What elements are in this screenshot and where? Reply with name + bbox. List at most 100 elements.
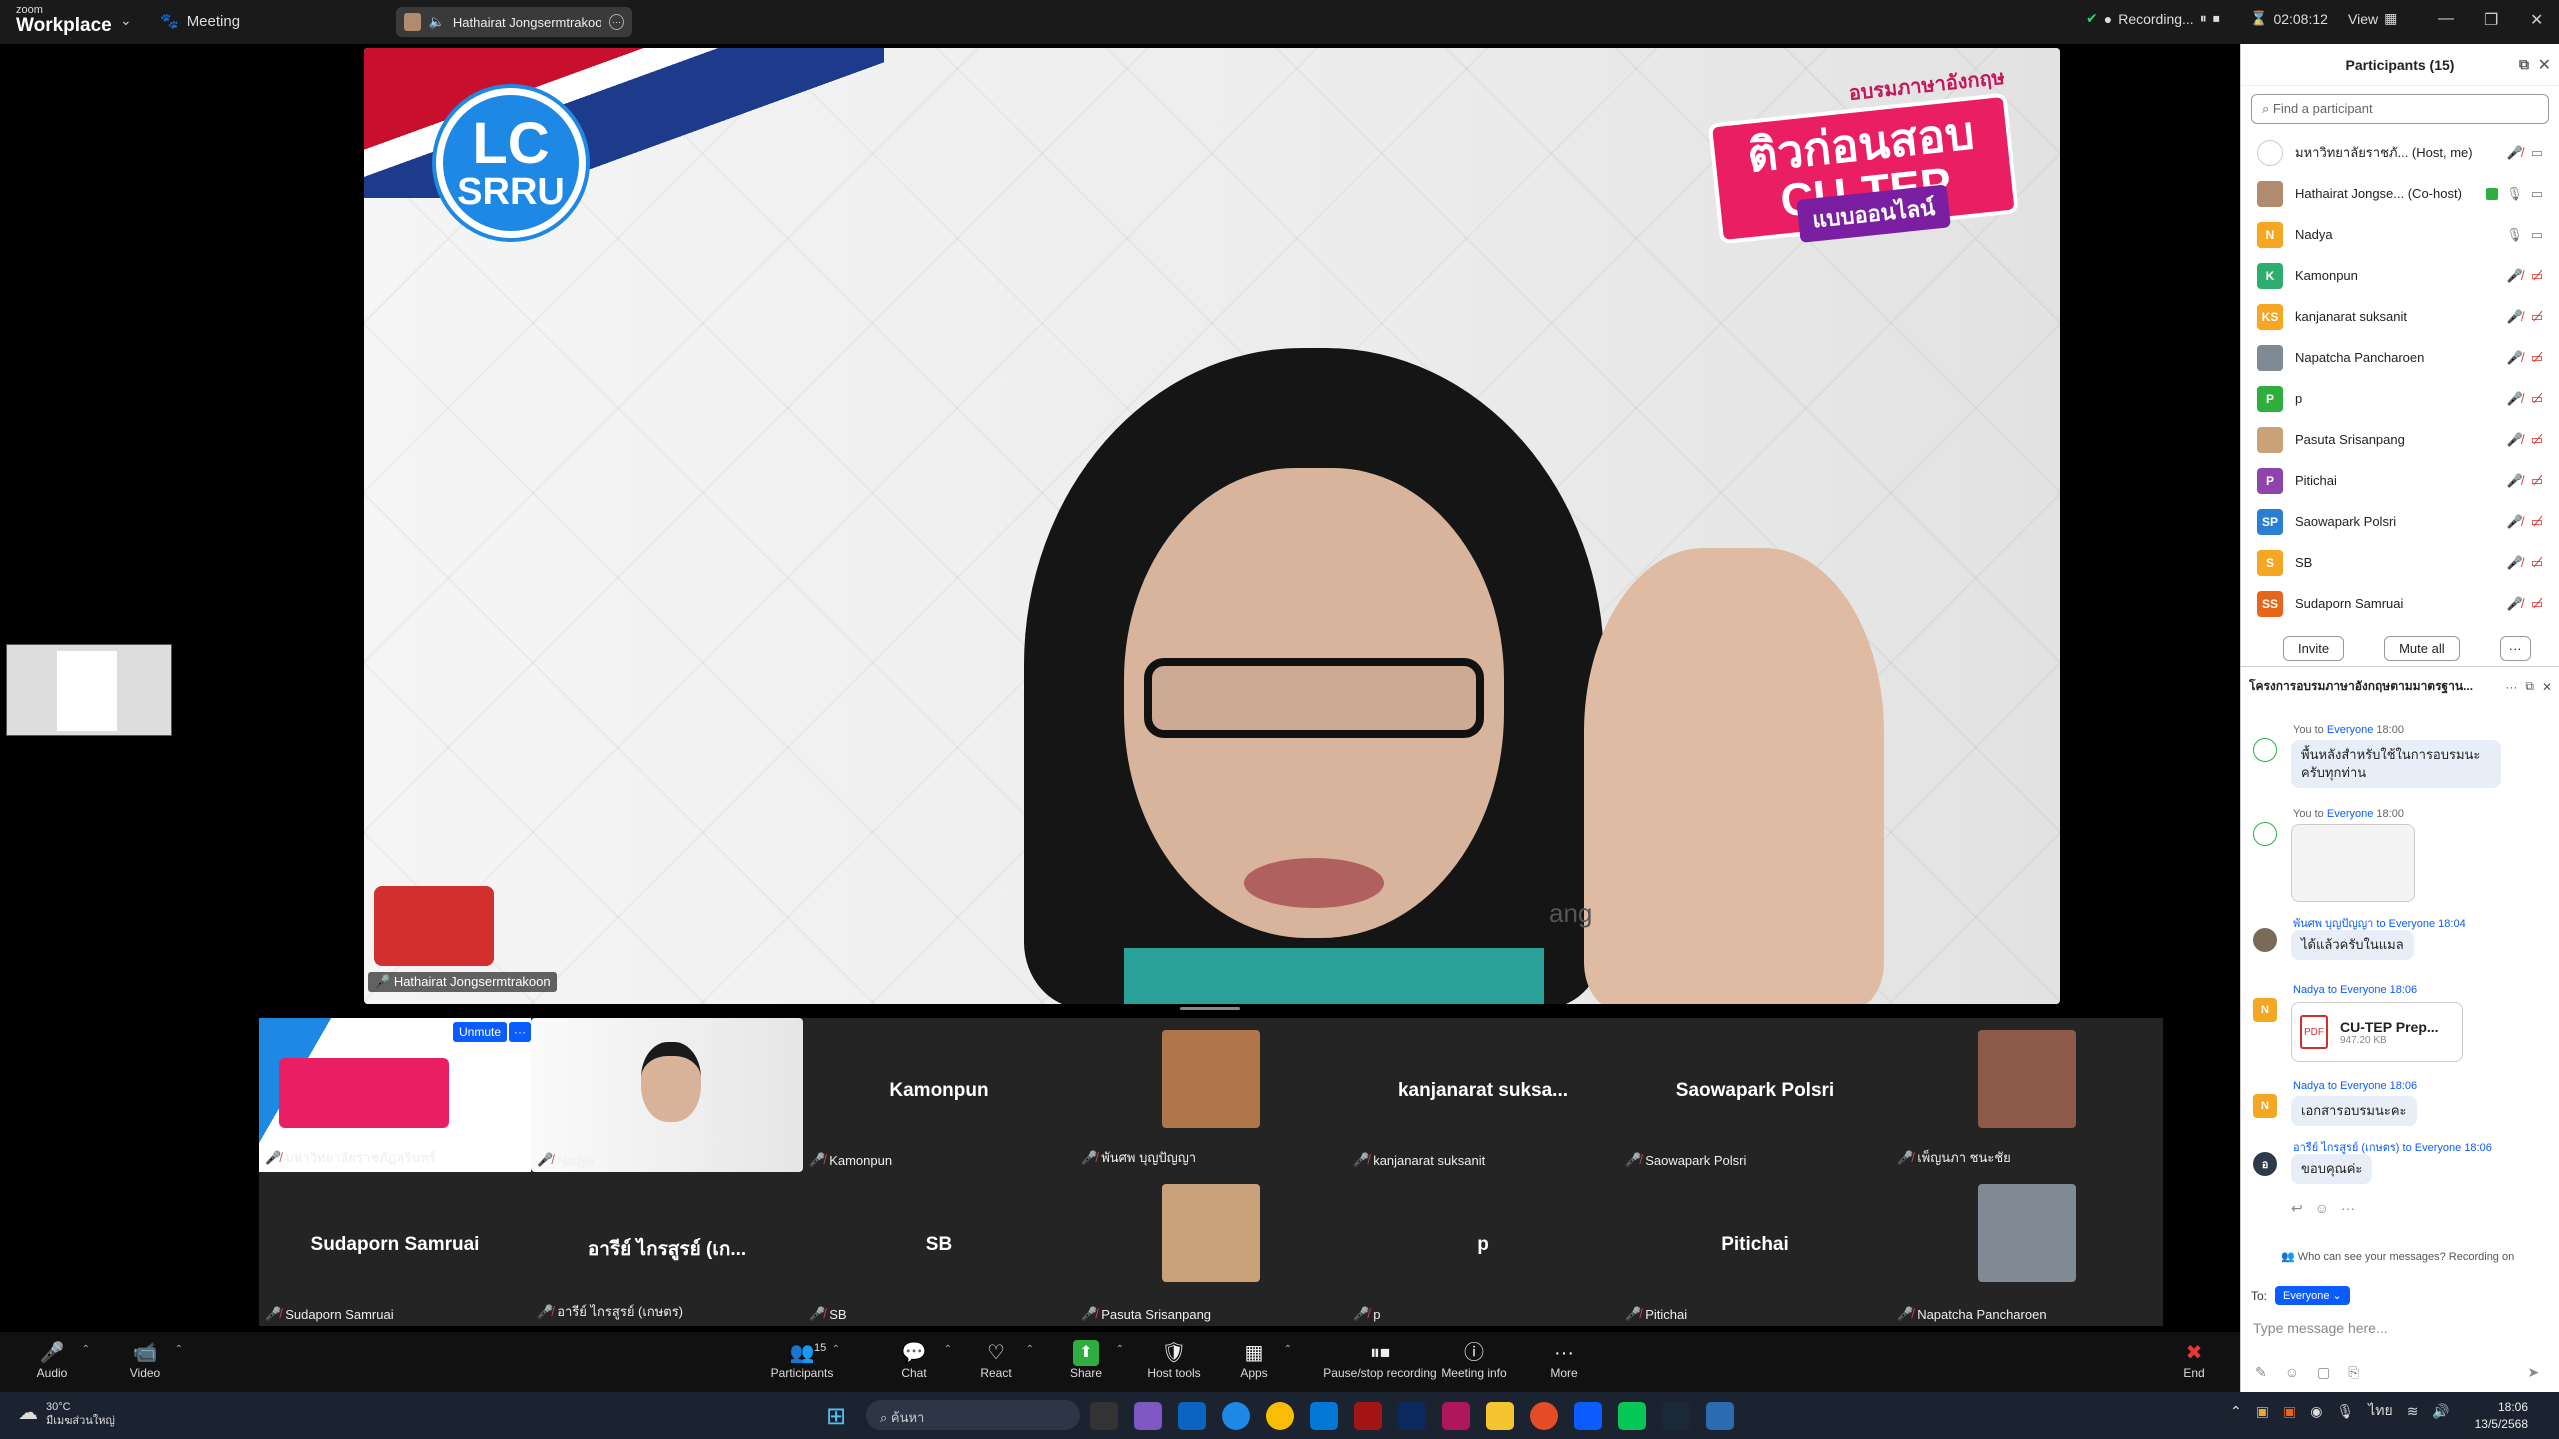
video-tile[interactable]: Saowapark Polsri 🎤̸ Saowapark Polsri (1619, 1018, 1891, 1172)
video-tile[interactable]: 🎤̸ Pasuta Srisanpang (1075, 1172, 1347, 1326)
video-tile[interactable]: 🎤̸ Napatcha Pancharoen (1891, 1172, 2163, 1326)
participant-row[interactable]: Pasuta Srisanpang 🎤̸ ▭̸ (2241, 419, 2559, 460)
participant-row[interactable]: K Kamonpun 🎤̸ ▭̸ (2241, 255, 2559, 296)
video-off-icon[interactable]: ▭̸ (2531, 514, 2543, 530)
chrome-icon[interactable] (1266, 1402, 1294, 1430)
video-off-icon[interactable]: ▭̸ (2531, 268, 2543, 284)
shared-screen-thumbnail[interactable] (6, 644, 172, 736)
format-icon[interactable]: ✎ (2255, 1364, 2267, 1381)
video-tile[interactable]: Unmute ··· 🎤̸ มหาวิทยาลัยราชภัฏสุรินทร์ (259, 1018, 531, 1172)
file-attachment[interactable]: PDF CU-TEP Prep... 947.20 KB (2291, 1002, 2463, 1062)
more-button[interactable]: ··· (2499, 636, 2531, 661)
video-off-icon[interactable]: ▭̸ (2531, 309, 2543, 325)
taskbar-clock[interactable]: 18:06 13/5/2568 (2462, 1399, 2528, 1433)
meeting-info-button[interactable]: ⓘ Meeting info (1424, 1340, 1524, 1380)
emoji-icon[interactable]: ☺ (2315, 1200, 2329, 1217)
send-icon[interactable]: ➤ (2527, 1364, 2539, 1381)
mic-on-icon[interactable]: 🎙 (2506, 186, 2523, 202)
message-bubble[interactable]: ได้แล้วครับในแมล (2291, 930, 2414, 961)
chevron-up-icon[interactable]: ⌃ (82, 1344, 90, 1355)
mic-muted-icon[interactable]: 🎤̸ (2507, 350, 2523, 366)
file-explorer-icon[interactable] (1486, 1402, 1514, 1430)
mic-muted-icon[interactable]: 🎤̸ (2507, 596, 2523, 612)
participant-row[interactable]: SS Sudaporn Samruai 🎤̸ ▭̸ (2241, 583, 2559, 624)
video-tile[interactable]: Kamonpun 🎤̸ Kamonpun (803, 1018, 1075, 1172)
chevron-up-icon[interactable]: ⌃ (832, 1344, 840, 1355)
mic-muted-icon[interactable]: 🎤̸ (2507, 555, 2523, 571)
chat-input[interactable]: Type message here... (2253, 1320, 2388, 1336)
video-button[interactable]: 📹 Video ⌃ (95, 1340, 195, 1380)
tray-app-icon[interactable]: ▣ (2283, 1403, 2296, 1420)
task-view-icon[interactable] (1090, 1402, 1118, 1430)
close-icon[interactable]: ✕ (2542, 680, 2552, 694)
message-bubble[interactable]: เอกสารอบรมนะคะ (2291, 1096, 2417, 1127)
video-tile[interactable]: kanjanarat suksa... 🎤̸ kanjanarat suksanit (1347, 1018, 1619, 1172)
mic-muted-icon[interactable]: 🎤̸ (2507, 432, 2523, 448)
mic-muted-icon[interactable]: 🎤̸ (2507, 473, 2523, 489)
unmute-button[interactable]: Unmute (453, 1022, 508, 1042)
share-button[interactable]: ⬆ Share ⌃ (1036, 1340, 1136, 1380)
message-bubble[interactable]: พื้นหลังสำหรับใช้ในการอบรมนะครับทุกท่าน (2291, 740, 2501, 789)
participant-row[interactable]: Napatcha Pancharoen 🎤̸ ▭̸ (2241, 337, 2559, 378)
chevron-up-icon[interactable]: ⌃ (175, 1344, 183, 1355)
video-tile[interactable]: SB 🎤̸ SB (803, 1172, 1075, 1326)
more-button[interactable]: ··· More (1514, 1340, 1614, 1380)
view-button[interactable]: View ▦ (2348, 10, 2397, 27)
participant-row[interactable]: P Pitichai 🎤̸ ▭̸ (2241, 460, 2559, 501)
close-icon[interactable]: ✕ (2538, 55, 2551, 75)
video-tile[interactable]: Sudaporn Samruai 🎤̸ Sudaporn Samruai (259, 1172, 531, 1326)
tray-app-icon[interactable]: ▣ (2256, 1403, 2269, 1420)
windows-start-icon[interactable]: ⊞ (826, 1402, 846, 1431)
video-on-icon[interactable]: ▭ (2531, 186, 2543, 202)
illustrator-icon[interactable] (1354, 1402, 1382, 1430)
video-tile[interactable]: p 🎤̸ p (1347, 1172, 1619, 1326)
video-off-icon[interactable]: ▭̸ (2531, 432, 2543, 448)
chevron-up-icon[interactable]: ⌃ (1116, 1344, 1124, 1355)
mic-muted-icon[interactable]: 🎤̸ (2507, 309, 2523, 325)
chevron-up-icon[interactable]: ⌃ (1284, 1344, 1292, 1355)
outlook-icon[interactable] (1178, 1402, 1206, 1430)
popout-icon[interactable]: ⧉ (2525, 679, 2534, 694)
message-bubble[interactable]: ขอบคุณค่ะ (2291, 1154, 2373, 1185)
participant-search-input[interactable]: ⌕ Find a participant (2251, 94, 2549, 124)
video-off-icon[interactable]: ▭̸ (2531, 473, 2543, 489)
steam-tray-icon[interactable]: ◉ (2310, 1403, 2322, 1420)
chat-visibility-note[interactable]: 👥 Who can see your messages? Recording o… (2281, 1250, 2514, 1263)
participant-row[interactable]: KS kanjanarat suksanit 🎤̸ ▭̸ (2241, 296, 2559, 337)
line-icon[interactable] (1618, 1402, 1646, 1430)
more-icon[interactable]: ··· (608, 14, 624, 30)
mic-muted-icon[interactable]: 🎤̸ (2507, 391, 2523, 407)
photoshop-icon[interactable] (1398, 1402, 1426, 1430)
stop-icon[interactable]: ⏹ (2213, 10, 2220, 27)
chevron-up-icon[interactable]: ⌃ (2230, 1403, 2242, 1420)
end-button[interactable]: ✖ End (2144, 1340, 2244, 1380)
edge-icon[interactable] (1222, 1402, 1250, 1430)
participant-row[interactable]: SP Saowapark Polsri 🎤̸ ▭̸ (2241, 501, 2559, 542)
restore-icon[interactable]: ❐ (2484, 10, 2498, 30)
participants-button[interactable]: 👥 15 Participants ⌃ (752, 1340, 852, 1380)
video-tile[interactable]: 🎤̸ พันศพ บุญปัญญา (1075, 1018, 1347, 1172)
invite-button[interactable]: Invite (2283, 636, 2345, 661)
meeting-tab[interactable]: 🐾 Meeting (160, 12, 240, 31)
microphone-icon[interactable]: 🎙 (2336, 1403, 2354, 1420)
close-icon[interactable]: ✕ (2530, 10, 2543, 30)
resize-handle[interactable] (1180, 1007, 1240, 1010)
active-speaker-chip[interactable]: 🔈 Hathairat Jongsermtrakoon' ··· (396, 7, 632, 37)
react-button[interactable]: ♡ React ⌃ (946, 1340, 1046, 1380)
app-icon[interactable] (1706, 1402, 1734, 1430)
recording-indicator[interactable]: ✔ ● Recording... ⏸ ⏹ (2086, 10, 2220, 27)
emoji-icon[interactable]: ☺ (2285, 1364, 2299, 1381)
popout-icon[interactable]: ⧉ (2519, 56, 2529, 73)
steam-icon[interactable] (1662, 1402, 1690, 1430)
more-button[interactable]: ··· (509, 1022, 531, 1042)
video-off-icon[interactable]: ▭̸ (2531, 350, 2543, 366)
participant-row[interactable]: S SB 🎤̸ ▭̸ (2241, 542, 2559, 583)
copilot-icon[interactable] (1134, 1402, 1162, 1430)
more-icon[interactable]: ··· (2341, 1200, 2355, 1217)
chevron-down-icon[interactable]: ⌄ (120, 12, 132, 29)
recipient-dropdown[interactable]: Everyone ⌄ (2275, 1286, 2350, 1305)
video-on-icon[interactable]: ▭ (2531, 227, 2543, 243)
chrome-profile-icon[interactable] (1530, 1402, 1558, 1430)
mic-muted-icon[interactable]: 🎤̸ (2507, 145, 2523, 161)
taskbar-search[interactable]: ⌕ ค้นหา (866, 1400, 1080, 1430)
